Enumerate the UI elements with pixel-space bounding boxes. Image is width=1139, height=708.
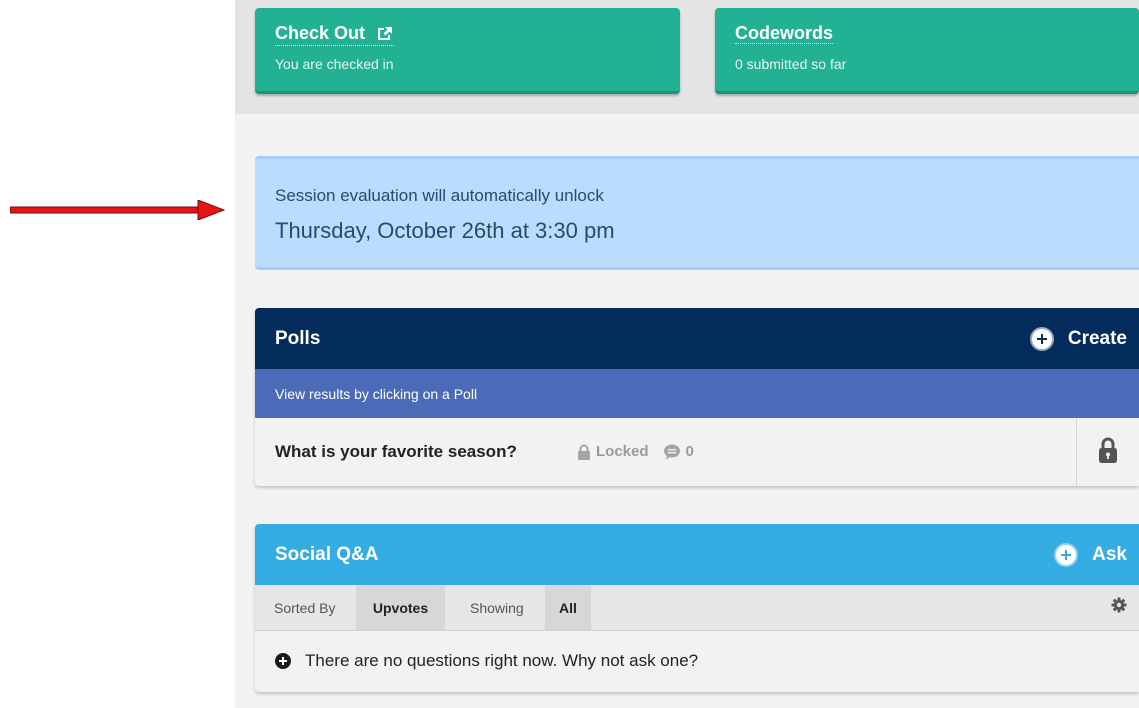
codewords-title[interactable]: Codewords [735, 23, 834, 44]
sort-option-upvotes[interactable]: Upvotes [356, 585, 445, 630]
lock-icon [577, 444, 591, 460]
social-qa-title: Social Q&A [275, 544, 379, 565]
polls-hint: View results by clicking on a Poll [275, 386, 478, 402]
poll-question: What is your favorite season? [275, 442, 517, 461]
plus-circle-icon [275, 653, 291, 669]
qa-empty-message: There are no questions right now. Why no… [305, 651, 699, 670]
poll-response-count: 0 [685, 443, 694, 460]
ask-question-button[interactable]: Ask [1054, 542, 1127, 568]
social-qa-panel: Social Q&A Ask Sorted By Upvotes Showing… [255, 524, 1139, 692]
session-evaluation-alert: Session evaluation will automatically un… [255, 156, 1139, 270]
plus-circle-icon [1054, 543, 1079, 567]
poll-item[interactable]: What is your favorite season? Locked 0 [255, 418, 1139, 486]
polls-panel: Polls Create View results by clicking on… [255, 308, 1139, 486]
sorted-by-label: Sorted By [274, 600, 336, 616]
polls-title: Polls [275, 328, 321, 349]
showing-label: Showing [470, 600, 524, 616]
create-label: Create [1067, 328, 1127, 349]
comment-icon [663, 444, 681, 460]
check-out-status: You are checked in [275, 56, 394, 72]
evaluation-message: Session evaluation will automatically un… [275, 186, 604, 205]
create-poll-button[interactable]: Create [1029, 326, 1127, 352]
check-out-label: Check Out [275, 23, 366, 43]
poll-status: Locked [596, 443, 649, 460]
codewords-tile[interactable]: Codewords 0 submitted so far [715, 8, 1139, 94]
social-qa-header: Social Q&A Ask [255, 524, 1139, 585]
polls-subheader: View results by clicking on a Poll [255, 369, 1139, 418]
share-external-icon [376, 24, 394, 45]
top-tiles-band: Check Out You are checked in Codewords 0… [235, 0, 1139, 114]
plus-circle-icon [1029, 327, 1054, 351]
evaluation-unlock-time: Thursday, October 26th at 3:30 pm [275, 218, 615, 243]
qa-empty-state[interactable]: There are no questions right now. Why no… [275, 651, 698, 671]
check-out-tile[interactable]: Check Out You are checked in [255, 8, 680, 94]
ask-label: Ask [1092, 544, 1127, 565]
polls-header: Polls Create [255, 308, 1139, 369]
gear-icon[interactable] [1111, 597, 1127, 616]
main-content: Check Out You are checked in Codewords 0… [235, 0, 1139, 708]
codewords-count: 0 submitted so far [735, 56, 847, 72]
filter-option-all[interactable]: All [545, 585, 591, 630]
qa-filter-bar: Sorted By Upvotes Showing All [255, 585, 1139, 631]
lock-icon [1098, 437, 1118, 468]
check-out-title[interactable]: Check Out [275, 23, 395, 46]
red-arrow-icon [9, 199, 226, 225]
poll-meta: Locked 0 [577, 443, 694, 460]
poll-lock-button[interactable] [1076, 418, 1139, 486]
